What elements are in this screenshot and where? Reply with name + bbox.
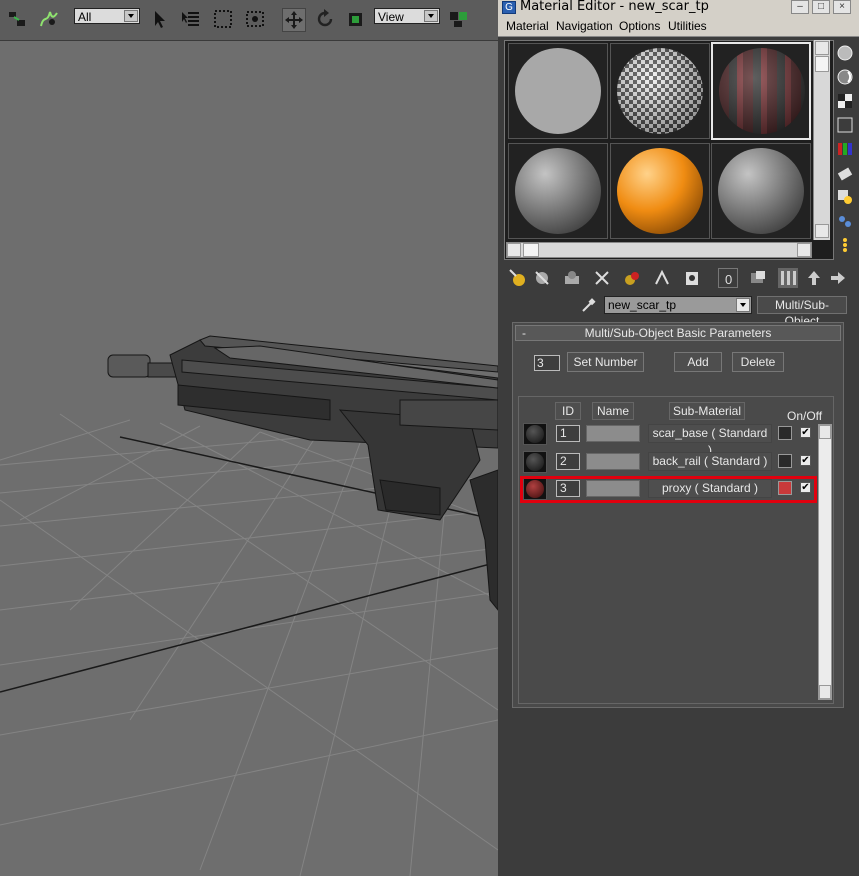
- material-name-field[interactable]: new_scar_tp: [604, 296, 752, 314]
- perspective-viewport[interactable]: [0, 41, 498, 876]
- name-field[interactable]: [586, 453, 640, 470]
- sample-slot-4[interactable]: [508, 143, 608, 239]
- color-swatch[interactable]: [778, 426, 792, 440]
- bind-spacewarp-icon[interactable]: [38, 8, 60, 30]
- slots-vertical-scrollbar[interactable]: [813, 40, 830, 240]
- rect-region-icon[interactable]: [212, 8, 234, 30]
- scroll-right-button[interactable]: [797, 243, 811, 257]
- menu-navigation[interactable]: Navigation: [556, 19, 613, 33]
- menu-material[interactable]: Material: [506, 19, 549, 33]
- move-icon[interactable]: [282, 8, 306, 32]
- material-name-row: new_scar_tp Multi/Sub-Object: [498, 294, 859, 328]
- window-crossing-icon[interactable]: [244, 8, 266, 30]
- delete-button[interactable]: Delete: [732, 352, 784, 372]
- make-preview-icon[interactable]: [836, 164, 854, 182]
- select-link-icon[interactable]: [6, 8, 28, 30]
- sample-type-icon[interactable]: [836, 44, 854, 62]
- close-button[interactable]: ×: [833, 0, 851, 14]
- selection-filter-dropdown[interactable]: All: [74, 8, 140, 24]
- backlight-icon[interactable]: [836, 68, 854, 86]
- reference-coord-dropdown[interactable]: View: [374, 8, 440, 24]
- id-field[interactable]: 1: [556, 425, 580, 442]
- reset-map-icon[interactable]: [592, 268, 612, 288]
- viewport-scene: [0, 335, 498, 876]
- color-swatch[interactable]: [778, 454, 792, 468]
- submaterial-button[interactable]: scar_base ( Standard ): [648, 424, 772, 457]
- material-toolbar: 0: [506, 266, 856, 292]
- window-title: Material Editor - new_scar_tp: [520, 0, 709, 14]
- select-by-material-icon[interactable]: [836, 212, 854, 230]
- video-color-check-icon[interactable]: [836, 140, 854, 158]
- scroll-up-button[interactable]: [819, 425, 831, 439]
- scroll-down-button[interactable]: [815, 224, 829, 238]
- make-unique-icon[interactable]: [652, 268, 672, 288]
- maximize-button[interactable]: □: [812, 0, 830, 14]
- submaterial-row: 1 scar_base ( Standard ) ✔: [522, 422, 818, 457]
- material-id-channel-icon[interactable]: 0: [718, 268, 738, 288]
- set-number-button[interactable]: Set Number: [567, 352, 644, 372]
- submaterial-list-scrollbar[interactable]: [818, 424, 832, 700]
- go-to-parent-icon[interactable]: [804, 268, 824, 288]
- select-by-name-icon[interactable]: [180, 8, 202, 30]
- sample-slot-5[interactable]: [610, 143, 710, 239]
- sample-uv-tiling-icon[interactable]: [836, 116, 854, 134]
- pivot-icon[interactable]: [448, 8, 470, 30]
- submaterial-row: 2 back_rail ( Standard ) ✔: [522, 450, 818, 474]
- title-bar: G Material Editor - new_scar_tp – □ ×: [498, 0, 859, 16]
- sample-slot-3[interactable]: [711, 42, 811, 140]
- sample-slot-6[interactable]: [711, 143, 811, 239]
- scroll-thumb[interactable]: [815, 56, 829, 72]
- material-map-navigator-icon[interactable]: [836, 236, 854, 254]
- minimize-button[interactable]: –: [791, 0, 809, 14]
- on-off-checkbox[interactable]: ✔: [800, 455, 811, 466]
- put-to-library-icon[interactable]: [682, 268, 702, 288]
- material-editor-window: G Material Editor - new_scar_tp – □ × Ma…: [498, 0, 859, 876]
- sample-slot-1[interactable]: [508, 43, 608, 139]
- submaterial-button[interactable]: back_rail ( Standard ): [648, 452, 772, 471]
- material-ball-icon: [523, 423, 547, 445]
- column-submaterial[interactable]: Sub-Material: [669, 402, 745, 420]
- column-id[interactable]: ID: [555, 402, 581, 420]
- add-button[interactable]: Add: [674, 352, 722, 372]
- svg-text:0: 0: [725, 272, 732, 287]
- material-ball-icon: [523, 451, 547, 473]
- make-material-copy-icon[interactable]: [622, 268, 642, 288]
- on-off-checkbox[interactable]: ✔: [800, 427, 811, 438]
- put-material-to-scene-icon[interactable]: [532, 268, 552, 288]
- id-field[interactable]: 2: [556, 453, 580, 470]
- app-icon: G: [502, 1, 516, 14]
- set-number-spinner[interactable]: 3: [534, 355, 560, 371]
- scroll-down-button[interactable]: [819, 685, 831, 699]
- rollout-title: Multi/Sub-Object Basic Parameters: [584, 326, 772, 340]
- scroll-thumb[interactable]: [523, 243, 539, 257]
- select-object-icon[interactable]: [148, 8, 170, 30]
- rotate-icon[interactable]: [314, 8, 336, 30]
- chevron-down-icon[interactable]: [736, 298, 750, 312]
- show-map-in-viewport-icon[interactable]: [748, 268, 768, 288]
- rollout-header[interactable]: - Multi/Sub-Object Basic Parameters: [515, 325, 841, 341]
- column-name[interactable]: Name: [592, 402, 634, 420]
- name-field[interactable]: [586, 425, 640, 442]
- show-end-result-icon[interactable]: [778, 268, 798, 288]
- main-toolbar: All View: [0, 0, 498, 41]
- slots-horizontal-scrollbar[interactable]: [506, 242, 812, 258]
- get-material-icon[interactable]: [508, 268, 528, 288]
- material-type-button[interactable]: Multi/Sub-Object: [757, 296, 847, 328]
- sample-slot-2[interactable]: [610, 43, 710, 139]
- go-forward-to-sibling-icon[interactable]: [828, 268, 848, 288]
- options-icon[interactable]: [836, 188, 854, 206]
- assign-material-icon[interactable]: [562, 268, 582, 288]
- highlight-annotation: [520, 476, 817, 503]
- menu-options[interactable]: Options: [619, 19, 660, 33]
- pick-material-eyedropper-icon[interactable]: [580, 296, 598, 314]
- scroll-up-button[interactable]: [815, 41, 829, 55]
- menu-bar: Material Navigation Options Utilities: [498, 16, 859, 37]
- scale-icon[interactable]: [346, 8, 368, 30]
- menu-utilities[interactable]: Utilities: [668, 19, 707, 33]
- background-icon[interactable]: [836, 92, 854, 110]
- scroll-left-button[interactable]: [507, 243, 521, 257]
- column-onoff: On/Off: [787, 409, 823, 423]
